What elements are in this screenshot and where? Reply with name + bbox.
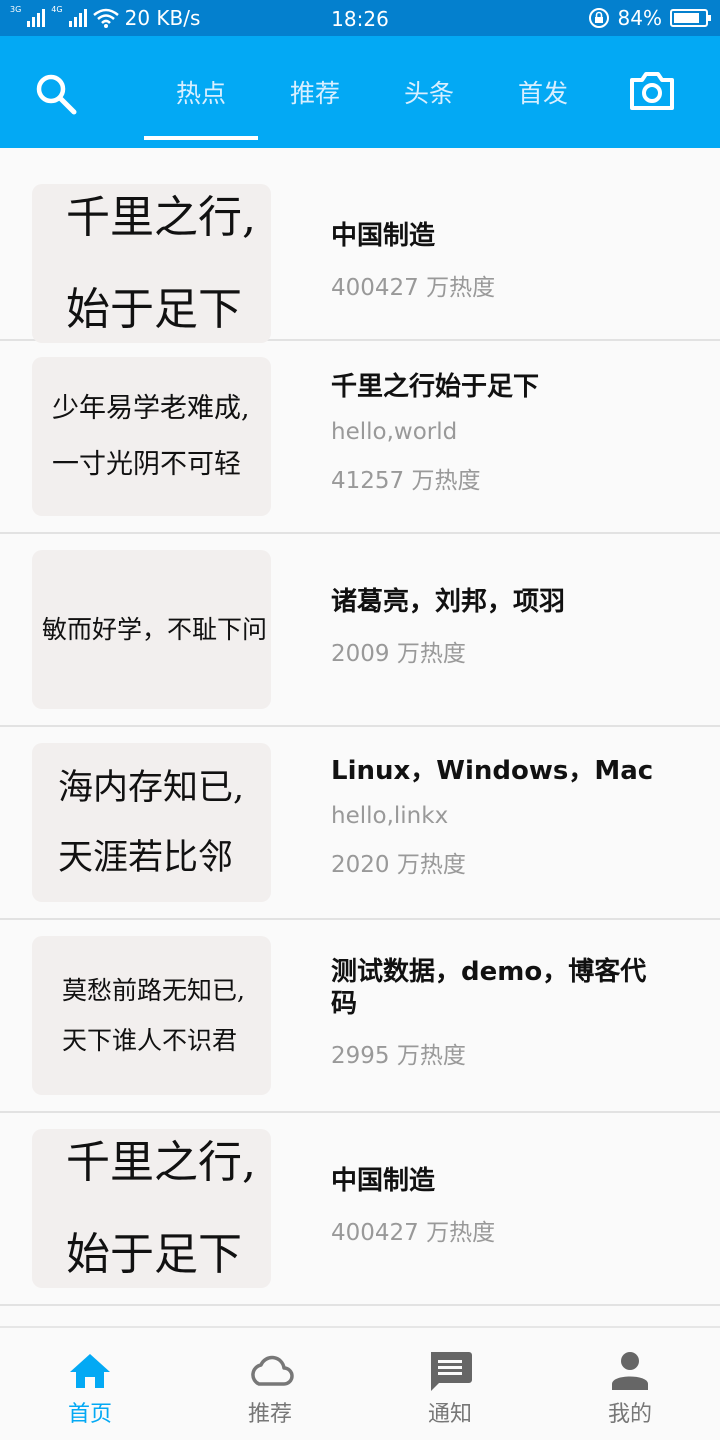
item-info: 测试数据，demo，博客代码 2995 万热度 xyxy=(331,956,671,1070)
nav-notify-label: 通知 xyxy=(427,1402,472,1427)
tab-headlines[interactable]: 头条 xyxy=(372,74,486,110)
nav-recommend-label: 推荐 xyxy=(247,1402,292,1427)
item-heat: 2995 万热度 xyxy=(331,1043,466,1069)
item-heat: 2020 万热度 xyxy=(331,852,466,878)
nav-recommend[interactable]: 推荐 xyxy=(180,1328,360,1440)
thumbnail-image: 千里之行, 始于足下 xyxy=(32,1129,271,1288)
list-item[interactable]: 敏而好学，不耻下问 诸葛亮，刘邦，项羽 2009 万热度 xyxy=(0,534,720,727)
thumbnail-text-line: 天下谁人不识君 xyxy=(62,1025,238,1055)
item-title: Linux，Windows，Mac xyxy=(331,756,654,786)
item-heat: 41257 万热度 xyxy=(331,468,481,494)
thumbnail-image: 少年易学老难成, 一寸光阴不可轻 xyxy=(32,357,271,516)
item-title: 诸葛亮，刘邦，项羽 xyxy=(331,587,566,617)
nav-home[interactable]: 首页 xyxy=(0,1328,180,1440)
tab-indicator xyxy=(144,136,258,140)
item-title: 中国制造 xyxy=(331,221,436,251)
thumbnail-text-line: 一寸光阴不可轻 xyxy=(52,448,241,480)
item-info: 中国制造 400427 万热度 xyxy=(331,220,691,302)
nav-notify[interactable]: 通知 xyxy=(360,1328,540,1440)
thumbnail-text-line: 天涯若比邻 xyxy=(58,837,234,878)
rotation-lock-icon xyxy=(588,8,609,28)
item-subtitle: hello,linkx xyxy=(331,803,449,829)
status-bar: 3G 4G 20 KB/s 18:26 84% xyxy=(0,0,720,36)
top-app-bar: 热点 推荐 头条 首发 xyxy=(0,36,720,148)
list-item[interactable]: 千里之行, 始于足下 中国制造 400427 万热度 xyxy=(0,148,720,343)
thumbnail-text-line: 莫愁前路无知已, xyxy=(62,975,245,1005)
person-icon xyxy=(612,1352,648,1390)
list-item[interactable]: 海内存知已, 天涯若比邻 Linux，Windows，Mac hello,lin… xyxy=(0,727,720,920)
thumbnail-text-line: 千里之行, xyxy=(66,1136,256,1188)
battery-level xyxy=(674,13,700,23)
thumbnail-image: 莫愁前路无知已, 天下谁人不识君 xyxy=(32,936,271,1095)
status-right: 84% xyxy=(588,6,711,30)
search-icon[interactable] xyxy=(34,72,78,116)
tab-premiere[interactable]: 首发 xyxy=(486,74,600,110)
item-heat: 2009 万热度 xyxy=(331,641,466,667)
thumbnail-image: 千里之行, 始于足下 xyxy=(32,184,271,343)
nav-me[interactable]: 我的 xyxy=(540,1328,720,1440)
nav-me-label: 我的 xyxy=(607,1402,652,1427)
item-title: 测试数据，demo，博客代码 xyxy=(331,957,647,1019)
item-title: 千里之行始于足下 xyxy=(331,372,540,402)
item-title: 中国制造 xyxy=(331,1166,436,1196)
thumbnail-image: 海内存知已, 天涯若比邻 xyxy=(32,743,271,902)
list-item[interactable]: 千里之行, 始于足下 中国制造 400427 万热度 xyxy=(0,1113,720,1306)
item-heat: 400427 万热度 xyxy=(331,1220,496,1246)
item-heat: 400427 万热度 xyxy=(331,275,496,301)
item-info: 中国制造 400427 万热度 xyxy=(331,1165,691,1247)
tab-recommend[interactable]: 推荐 xyxy=(258,74,372,110)
tab-hot[interactable]: 热点 xyxy=(144,74,258,110)
item-info: Linux，Windows，Mac hello,linkx 2020 万热度 xyxy=(331,755,691,879)
battery-icon xyxy=(670,9,711,27)
thumbnail-text-line: 千里之行, xyxy=(66,191,256,243)
thumbnail-image: 敏而好学，不耻下问 xyxy=(32,550,271,709)
thumbnail-text-line: 敏而好学，不耻下问 xyxy=(42,614,268,644)
thumbnail-text-line: 海内存知已, xyxy=(58,767,245,808)
item-subtitle: hello,world xyxy=(331,419,458,445)
list-item[interactable]: 莫愁前路无知已, 天下谁人不识君 测试数据，demo，博客代码 2995 万热度 xyxy=(0,920,720,1113)
bottom-navigation: 首页 推荐 通知 我的 xyxy=(0,1326,720,1440)
battery-percent: 84% xyxy=(617,6,662,30)
item-info: 千里之行始于足下 hello,world 41257 万热度 xyxy=(331,371,691,495)
item-info: 诸葛亮，刘邦，项羽 2009 万热度 xyxy=(331,586,691,668)
thumbnail-text-line: 始于足下 xyxy=(66,1228,242,1280)
feed-list: 千里之行, 始于足下 中国制造 400427 万热度 少年易学老难成, 一寸光阴… xyxy=(0,148,720,1306)
camera-icon[interactable] xyxy=(628,70,676,112)
home-icon xyxy=(70,1354,110,1388)
nav-home-label: 首页 xyxy=(67,1402,112,1427)
cloud-icon xyxy=(251,1355,294,1386)
list-item[interactable]: 少年易学老难成, 一寸光阴不可轻 千里之行始于足下 hello,world 41… xyxy=(0,341,720,534)
message-icon xyxy=(431,1352,472,1391)
thumbnail-text-line: 少年易学老难成, xyxy=(52,392,250,424)
